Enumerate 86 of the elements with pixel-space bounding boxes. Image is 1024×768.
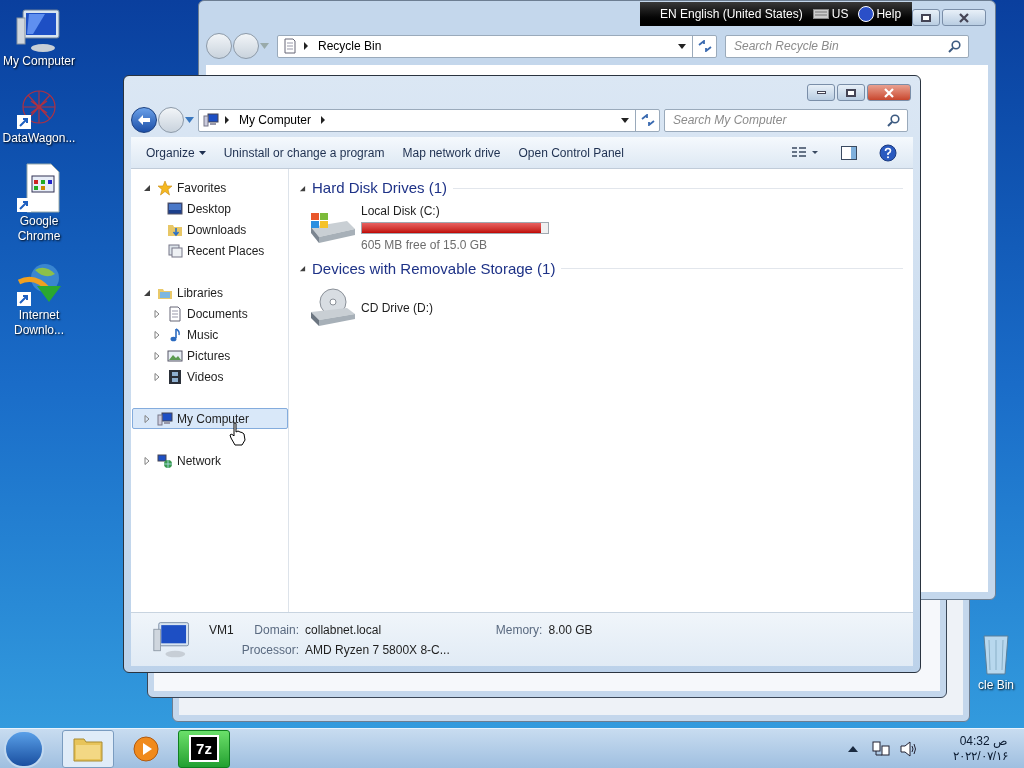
- toolbar-button[interactable]: Uninstall or change a program: [218, 140, 390, 165]
- document-icon: [15, 162, 63, 214]
- taskbar-button[interactable]: 7z: [178, 729, 230, 768]
- detail-label: Processor:: [241, 642, 300, 659]
- back-button[interactable]: [131, 107, 157, 133]
- nav-item[interactable]: Documents: [132, 303, 288, 324]
- desktop-icon-label[interactable]: Internet Downlo...: [0, 308, 78, 338]
- desktop-icon-label[interactable]: My Computer: [0, 54, 78, 69]
- trash-bin-icon: [981, 632, 1011, 676]
- show-hidden-icons-icon[interactable]: [848, 744, 858, 753]
- computer-icon: [15, 8, 63, 54]
- help-icon[interactable]: [879, 143, 897, 162]
- maximize-button[interactable]: [912, 9, 940, 26]
- speaker-icon[interactable]: [900, 740, 918, 757]
- close-icon: [883, 87, 895, 98]
- refresh-icon: [640, 114, 655, 126]
- maximize-button[interactable]: [837, 84, 865, 101]
- nav-item[interactable]: Libraries: [132, 282, 288, 303]
- preview-pane-icon[interactable]: [841, 145, 857, 160]
- address-bar[interactable]: My Computer: [198, 108, 660, 132]
- nav-item[interactable]: Network: [132, 450, 288, 471]
- network-globe-icon: [157, 452, 173, 469]
- start-button[interactable]: [4, 729, 44, 768]
- nav-item[interactable]: Desktop: [132, 198, 288, 219]
- minimize-button[interactable]: [807, 84, 835, 101]
- detail-value: 8.00 GB: [548, 622, 593, 639]
- film-icon: [167, 368, 183, 385]
- star-icon: [157, 179, 173, 196]
- search-field[interactable]: Search Recycle Bin: [725, 34, 969, 58]
- help-link[interactable]: Help: [876, 5, 902, 23]
- drive-item[interactable]: Local Disk (C:) 605 MB free of 15.0 GB: [299, 205, 903, 250]
- detail-label: Domain:: [253, 622, 300, 639]
- toolbar-button[interactable]: Organize: [141, 140, 211, 165]
- nav-item[interactable]: Pictures: [132, 345, 288, 366]
- breadcrumb-arrow-icon: [302, 42, 310, 50]
- document-icon: [282, 38, 298, 54]
- address-bar[interactable]: Recycle Bin: [277, 34, 717, 58]
- search-icon: [887, 113, 900, 127]
- drive-item[interactable]: CD Drive (D:): [299, 286, 903, 330]
- nav-item[interactable]: Downloads: [132, 219, 288, 240]
- desktop-icon-label[interactable]: DataWagon...: [0, 131, 78, 146]
- breadcrumb-arrow-icon: [223, 116, 231, 124]
- picture-icon: [167, 347, 183, 364]
- search-field[interactable]: Search My Computer: [664, 108, 908, 132]
- keyboard-icon: [812, 9, 829, 19]
- clock[interactable]: 04:32 ص ۲۰۲۲/۰۷/۱۶: [936, 733, 1008, 764]
- breadcrumb-arrow-icon[interactable]: [319, 116, 328, 124]
- breadcrumb-item[interactable]: Recycle Bin: [310, 37, 390, 55]
- collapse-arrow-icon[interactable]: [299, 184, 306, 192]
- close-button[interactable]: [867, 84, 911, 101]
- back-arrow-icon: [137, 114, 151, 126]
- nav-item[interactable]: My Computer: [132, 408, 288, 429]
- close-button[interactable]: [942, 9, 986, 26]
- network-icon[interactable]: [872, 740, 890, 757]
- close-icon: [958, 12, 970, 23]
- language-selector[interactable]: EN English (United States): [660, 5, 803, 23]
- nav-item[interactable]: Videos: [132, 366, 288, 387]
- toolbar-button[interactable]: Open Control Panel: [513, 140, 629, 165]
- group-header[interactable]: Devices with Removable Storage (1): [312, 257, 556, 280]
- document-icon: [167, 305, 183, 322]
- help-icon: [858, 6, 875, 22]
- search-icon: [948, 39, 961, 53]
- dropdown-arrow-icon[interactable]: [621, 117, 629, 123]
- desktop-icon-label[interactable]: Google Chrome: [0, 214, 78, 244]
- play-icon: [132, 734, 160, 763]
- dropdown-arrow-icon[interactable]: [678, 43, 686, 49]
- computer-icon: [203, 112, 219, 128]
- detail-label: Memory:: [495, 622, 543, 639]
- nav-item[interactable]: Favorites: [132, 177, 288, 198]
- history-dropdown-icon[interactable]: [185, 117, 194, 123]
- computer-name: VM1: [209, 622, 234, 639]
- desktop-icon: [167, 200, 183, 217]
- recent-places-icon: [167, 242, 183, 259]
- detail-value: AMD Ryzen 7 5800X 8-C...: [305, 642, 450, 659]
- nav-item[interactable]: Recent Places: [132, 240, 288, 261]
- detail-value: collabnet.local: [305, 622, 383, 639]
- refresh-icon: [697, 40, 712, 52]
- group-header[interactable]: Hard Disk Drives (1): [312, 177, 447, 200]
- computer-icon: [157, 410, 173, 427]
- breadcrumb-item[interactable]: My Computer: [231, 111, 320, 129]
- collapse-arrow-icon[interactable]: [299, 265, 306, 273]
- app-logo: 7z: [189, 735, 219, 762]
- keyboard-layout[interactable]: US: [831, 5, 849, 23]
- nav-item[interactable]: Music: [132, 324, 288, 345]
- view-options-icon[interactable]: [791, 145, 819, 160]
- toolbar-button[interactable]: Map network drive: [397, 140, 506, 165]
